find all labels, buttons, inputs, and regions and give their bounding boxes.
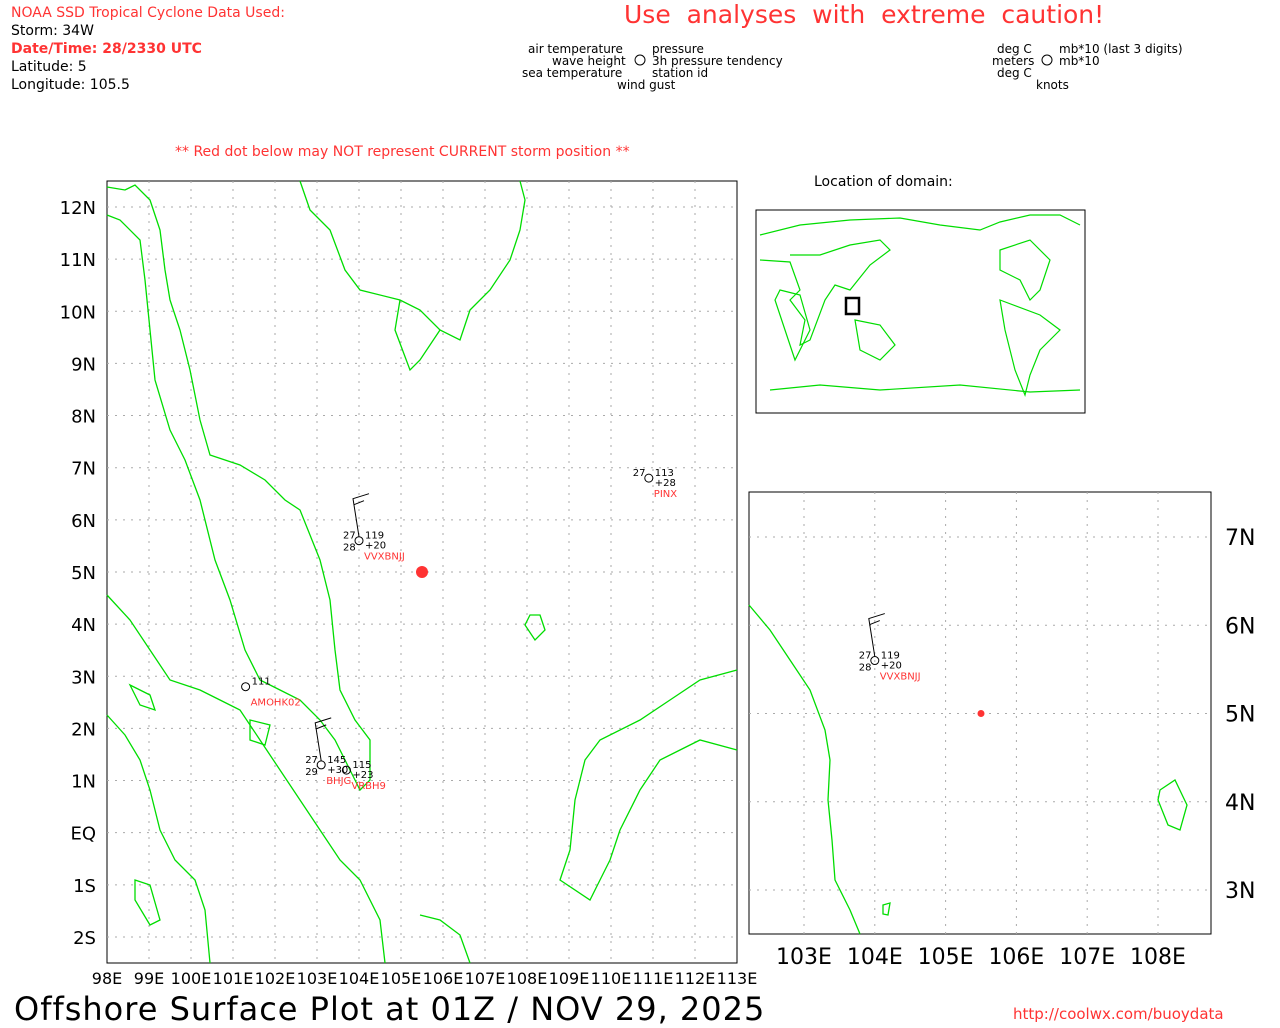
lat-label: 12N [60,198,96,219]
domain-box [844,296,861,316]
station-id: BHJG [326,776,351,787]
lon-label: 102E [255,969,296,988]
lon-label: 105E [918,945,974,970]
lon-label: 108E [1130,945,1186,970]
station-id: VRBH9 [351,781,386,792]
sea-temp: 28 [859,663,872,674]
pressure-tendency: +20 [881,661,902,672]
lat-label: 7N [71,459,96,480]
lon-label: 103E [297,969,338,988]
station-circle-icon [316,760,326,770]
lon-label: 99E [134,969,164,988]
lat-label: 2S [73,928,96,949]
lat-label: 6N [1225,614,1255,639]
lat-label: 10N [60,302,96,323]
pressure-tendency: +20 [365,541,386,552]
pressure: 111 [252,677,271,688]
lon-label: 108E [507,969,548,988]
air-temp: 27 [343,531,356,542]
lat-label: 3N [1225,879,1255,904]
station-circle-icon [644,473,654,483]
station-id: VVXBNJJ [364,552,405,563]
lat-label: 5N [71,563,96,584]
station-AMOHK02[interactable]: 111 AMOHK02 [241,677,301,709]
zoom-coastlines [748,604,1188,935]
pressure-tendency: +23 [352,770,373,781]
station-VVXBNJJ[interactable]: 2728119+20VVXBNJJ [859,613,921,683]
lat-label: 7N [1225,526,1255,551]
lat-label: 5N [1225,703,1255,728]
storm-position-dot[interactable] [977,710,985,717]
lat-label: 1N [71,772,96,793]
lon-label: 101E [213,969,254,988]
lon-label: 107E [465,969,506,988]
lon-label: 106E [988,945,1044,970]
station-id: AMOHK02 [251,698,301,709]
station-VVXBNJJ[interactable]: 2728119+20VVXBNJJ [343,493,405,563]
lon-label: 100E [171,969,212,988]
air-temp: 27 [633,468,646,479]
lat-label: 11N [60,250,96,271]
lon-label: 111E [633,969,674,988]
sea-temp: 28 [343,543,356,554]
lon-label: 103E [776,945,832,970]
lat-label: EQ [70,824,96,845]
lon-label: 105E [381,969,422,988]
lat-label: 1S [73,876,96,897]
station-id: PINX [654,489,677,500]
locator-map [755,209,1086,414]
lat-label: 3N [71,667,96,688]
legend-unit-circle-icon [1041,54,1053,66]
lon-label: 104E [339,969,380,988]
lat-label: 9N [71,354,96,375]
sea-temp: 29 [305,767,318,778]
lon-label: 113E [717,969,758,988]
lon-label: 109E [549,969,590,988]
main-map[interactable]: 98E 99E 100E 101E 102E 103E 104E 105E 106E 107E 10… [60,180,758,988]
lon-label: 110E [591,969,632,988]
lon-label: 104E [847,945,903,970]
lat-label: 8N [71,407,96,428]
station-circle-icon [241,682,251,692]
lat-label: 2N [71,719,96,740]
air-temp: 27 [859,651,872,662]
lon-label: 107E [1059,945,1115,970]
station-id: VVXBNJJ [880,672,921,683]
station-BHJG[interactable]: 2729145+30BHJG [305,717,351,787]
lon-label: 98E [92,969,122,988]
station-PINX[interactable]: 27 113+28PINX [633,468,677,500]
storm-position-dot[interactable] [416,565,428,578]
lat-label: 4N [71,615,96,636]
lat-label: 4N [1225,791,1255,816]
air-temp: 27 [305,755,318,766]
map-canvas: 98E 99E 100E 101E 102E 103E 104E 105E 106E 107E 10… [60,54,1255,988]
zoom-map[interactable]: 103E 104E 105E 106E 107E 108E 7N 6N 5N 4N 3N [748,491,1255,970]
lon-label: 112E [675,969,716,988]
station-circle-icon [354,536,364,546]
lat-label: 6N [71,511,96,532]
world-coastlines [759,214,1081,397]
pressure-tendency: +28 [655,478,676,489]
legend-station-circle-icon [634,54,646,66]
lon-label: 106E [423,969,464,988]
